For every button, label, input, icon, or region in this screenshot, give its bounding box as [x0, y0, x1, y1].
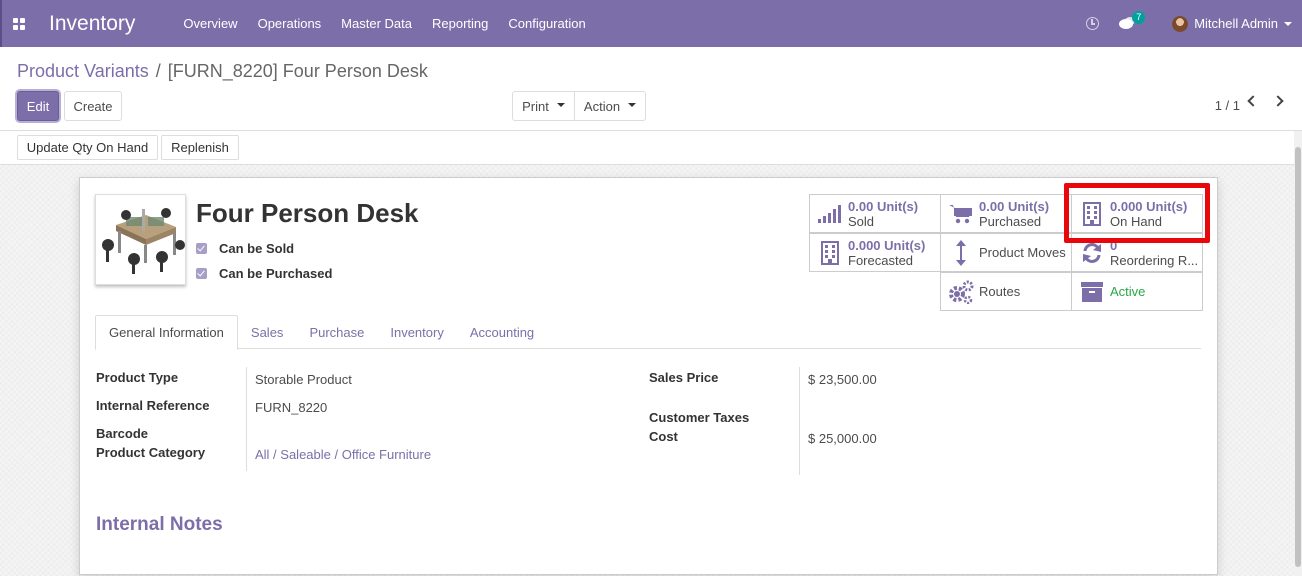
forecasted-smart-button[interactable]: 0.000 Unit(s) Forecasted	[809, 233, 941, 272]
product-type-label: Product Type	[96, 370, 179, 385]
tab-general-information[interactable]: General Information	[95, 315, 238, 350]
building-icon	[816, 240, 844, 265]
tab-purchase[interactable]: Purchase	[296, 315, 377, 349]
reordering-value: 0	[1110, 237, 1118, 253]
top-navbar: Inventory Overview Operations Master Dat…	[0, 0, 1302, 47]
refresh-icon	[1078, 242, 1106, 264]
menu-master-data[interactable]: Master Data	[341, 16, 412, 31]
field-divider	[246, 367, 247, 471]
field-divider	[799, 367, 800, 475]
sales-price-label: Sales Price	[649, 370, 719, 385]
create-button[interactable]: Create	[64, 91, 122, 121]
forecasted-unit: Unit(s)	[884, 237, 926, 253]
can-be-sold-label: Can be Sold	[219, 241, 295, 256]
apps-menu-icon[interactable]	[2, 0, 36, 47]
purchased-value: 0.00	[979, 198, 1005, 214]
on-hand-label: On Hand	[1110, 213, 1163, 229]
notebook-tabs: General Information Sales Purchase Inven…	[95, 315, 1201, 350]
action-dropdown[interactable]: Action	[574, 91, 646, 121]
product-image[interactable]	[95, 194, 186, 285]
product-moves-label: Product Moves	[979, 245, 1066, 260]
breadcrumb: Product Variants / [FURN_8220] Four Pers…	[17, 61, 428, 82]
menu-configuration[interactable]: Configuration	[508, 16, 585, 31]
customer-taxes-label: Customer Taxes	[649, 410, 750, 425]
bar-chart-icon	[816, 204, 844, 223]
sold-value: 0.00	[848, 198, 874, 214]
internal-reference-field[interactable]: FURN_8220	[255, 400, 327, 415]
caret-down-icon	[556, 103, 565, 107]
sales-price-field[interactable]: $ 23,500.00	[808, 372, 877, 387]
forecasted-label: Forecasted	[848, 252, 914, 268]
print-label: Print	[522, 98, 549, 114]
control-panel: Product Variants / [FURN_8220] Four Pers…	[0, 47, 1302, 131]
print-dropdown[interactable]: Print	[512, 91, 575, 121]
on-hand-unit: Unit(s)	[1146, 198, 1188, 214]
menu-operations[interactable]: Operations	[258, 16, 322, 31]
on-hand-value: 0.000	[1110, 198, 1143, 214]
gears-icon	[947, 280, 975, 304]
active-toggle-button[interactable]: Active	[1071, 272, 1203, 311]
pager-next-icon[interactable]	[1272, 95, 1284, 107]
internal-notes-heading: Internal Notes	[96, 514, 223, 535]
activity-clock-icon[interactable]	[1086, 17, 1100, 30]
sold-label: Sold	[848, 213, 875, 229]
purchased-smart-button[interactable]: 0.00 Unit(s) Purchased	[940, 194, 1072, 233]
forecasted-value: 0.000	[848, 237, 881, 253]
menu-overview[interactable]: Overview	[183, 16, 237, 31]
tab-sales[interactable]: Sales	[238, 315, 297, 349]
tab-inventory[interactable]: Inventory	[377, 315, 456, 349]
update-qty-on-hand-button[interactable]: Update Qty On Hand	[17, 135, 158, 160]
product-name[interactable]: Four Person Desk	[196, 198, 419, 229]
form-sheet: Four Person Desk Can be Sold Can be Purc…	[79, 177, 1218, 575]
archive-icon	[1078, 281, 1106, 302]
can-be-purchased-checkbox[interactable]	[196, 268, 207, 279]
building-icon	[1078, 201, 1106, 226]
messaging-icon[interactable]: 7	[1119, 10, 1146, 31]
message-count-badge: 7	[1132, 10, 1146, 24]
purchased-unit: Unit(s)	[1007, 198, 1050, 214]
pager-previous-icon[interactable]	[1247, 95, 1259, 107]
app-title[interactable]: Inventory	[49, 12, 135, 36]
product-moves-smart-button[interactable]: Product Moves	[940, 233, 1072, 272]
breadcrumb-current: [FURN_8220] Four Person Desk	[167, 61, 428, 81]
caret-down-icon	[628, 103, 637, 107]
on-hand-smart-button[interactable]: 0.000 Unit(s) On Hand	[1071, 194, 1203, 233]
chevron-down-icon	[1284, 21, 1292, 26]
vertical-arrows-icon	[947, 239, 975, 266]
user-avatar[interactable]	[1172, 15, 1189, 32]
barcode-field[interactable]	[255, 428, 455, 444]
reordering-label: Reordering R...	[1110, 252, 1199, 268]
breadcrumb-product-variants[interactable]: Product Variants	[17, 61, 149, 82]
action-label: Action	[583, 98, 621, 114]
breadcrumb-separator: /	[155, 61, 161, 81]
purchased-label: Purchased	[979, 213, 1042, 229]
menu-reporting[interactable]: Reporting	[432, 16, 488, 31]
can-be-purchased-row: Can be Purchased	[196, 266, 332, 281]
pager-value[interactable]: 1 / 1	[1215, 98, 1240, 113]
product-type-field[interactable]: Storable Product	[255, 372, 352, 387]
edit-button[interactable]: Edit	[17, 91, 59, 121]
routes-label: Routes	[979, 284, 1021, 299]
internal-reference-label: Internal Reference	[96, 398, 210, 413]
customer-taxes-field[interactable]	[808, 410, 1008, 426]
product-category-field[interactable]: All / Saleable / Office Furniture	[255, 447, 431, 462]
reordering-rules-smart-button[interactable]: 0 Reordering R...	[1071, 233, 1203, 272]
user-menu[interactable]: Mitchell Admin	[1194, 16, 1278, 31]
barcode-label: Barcode	[96, 426, 149, 441]
sold-smart-button[interactable]: 0.00 Unit(s) Sold	[809, 194, 941, 233]
status-bar: Update Qty On Hand Replenish	[0, 131, 1302, 165]
sold-unit: Unit(s)	[876, 198, 919, 214]
can-be-sold-checkbox[interactable]	[196, 243, 207, 254]
scrollbar[interactable]	[1294, 131, 1302, 576]
routes-smart-button[interactable]: Routes	[940, 272, 1072, 311]
cost-field[interactable]: $ 25,000.00	[808, 431, 877, 446]
can-be-sold-row: Can be Sold	[196, 241, 294, 256]
cost-label: Cost	[649, 429, 678, 444]
can-be-purchased-label: Can be Purchased	[219, 266, 333, 281]
tab-accounting[interactable]: Accounting	[457, 315, 547, 349]
active-label: Active	[1110, 284, 1146, 299]
replenish-button[interactable]: Replenish	[161, 135, 239, 160]
product-category-label: Product Category	[96, 445, 206, 460]
shopping-cart-icon	[947, 204, 975, 224]
